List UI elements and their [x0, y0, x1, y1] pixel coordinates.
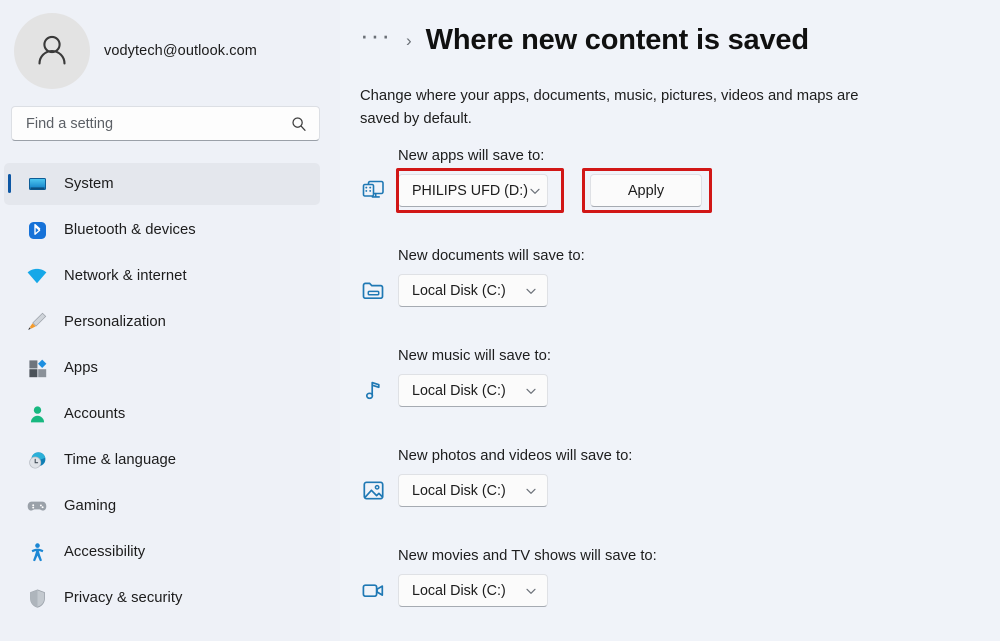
monitor-icon — [26, 173, 48, 195]
dropdown-value: Local Disk (C:) — [412, 382, 506, 399]
settings-window: vodytech@outlook.com Find a setting Syst… — [0, 0, 1000, 641]
row-label: New photos and videos will save to: — [398, 448, 633, 464]
row-body: Local Disk (C:) — [358, 274, 548, 307]
save-row-apps: New apps will save to: PHILIPS UFD (D:) … — [348, 148, 1000, 248]
chevron-right-icon: › — [405, 30, 412, 50]
save-row-documents: New documents will save to: Local Disk (… — [348, 248, 1000, 348]
content-pane: ··· › Where new content is saved Change … — [340, 0, 1000, 641]
search-input[interactable]: Find a setting — [11, 106, 320, 141]
row-label: New documents will save to: — [398, 248, 585, 264]
photo-icon — [358, 476, 388, 506]
row-body: PHILIPS UFD (D:) Apply — [358, 174, 702, 207]
save-row-music: New music will save to: Local Disk (C:) — [348, 348, 1000, 448]
save-location-rows: New apps will save to: PHILIPS UFD (D:) … — [348, 148, 1000, 641]
paintbrush-icon — [26, 311, 48, 333]
sidebar-item-gaming[interactable]: Gaming — [4, 485, 320, 527]
dropdown-value: Local Disk (C:) — [412, 282, 506, 299]
sidebar-item-label: Time & language — [64, 452, 177, 468]
row-body: Local Disk (C:) — [358, 574, 548, 607]
sidebar-item-apps[interactable]: Apps — [4, 347, 320, 389]
chevron-down-icon[interactable] — [524, 285, 538, 297]
sidebar-item-accounts[interactable]: Accounts — [4, 393, 320, 435]
avatar — [14, 13, 90, 89]
video-camera-icon — [358, 576, 388, 606]
row-label: New music will save to: — [398, 348, 551, 364]
sidebar-item-label: Accounts — [64, 406, 126, 422]
chevron-down-icon[interactable] — [524, 485, 538, 497]
search-placeholder: Find a setting — [26, 115, 114, 132]
bluetooth-icon — [26, 219, 48, 241]
documents-folder-icon — [358, 276, 388, 306]
row-body: Local Disk (C:) — [358, 374, 548, 407]
clock-globe-icon — [26, 449, 48, 471]
chevron-down-icon[interactable] — [528, 185, 542, 197]
apps-icon — [26, 357, 48, 379]
sidebar-nav: System Bluetooth & devices Network & int… — [0, 163, 340, 619]
gamepad-icon — [26, 495, 48, 517]
sidebar-item-label: Accessibility — [64, 544, 146, 560]
save-row-movies-tv: New movies and TV shows will save to: Lo… — [348, 548, 1000, 641]
sidebar-item-system[interactable]: System — [4, 163, 320, 205]
sidebar-item-label: System — [64, 176, 114, 192]
music-note-icon — [358, 376, 388, 406]
sidebar-item-bluetooth-devices[interactable]: Bluetooth & devices — [4, 209, 320, 251]
sidebar-item-label: Bluetooth & devices — [64, 222, 196, 238]
save-row-photos-videos: New photos and videos will save to: Loca… — [348, 448, 1000, 548]
shield-icon — [26, 587, 48, 609]
sidebar-item-label: Gaming — [64, 498, 117, 514]
row-label: New apps will save to: — [398, 148, 545, 164]
chevron-down-icon[interactable] — [524, 585, 538, 597]
row-label: New movies and TV shows will save to: — [398, 548, 657, 564]
page-description: Change where your apps, documents, music… — [360, 88, 859, 127]
person-avatar-icon — [38, 35, 66, 65]
photos-videos-save-location-dropdown[interactable]: Local Disk (C:) — [398, 474, 548, 507]
dropdown-value: Local Disk (C:) — [412, 482, 506, 499]
sidebar-item-time-language[interactable]: Time & language — [4, 439, 320, 481]
apps-monitor-icon — [358, 176, 388, 206]
music-save-location-dropdown[interactable]: Local Disk (C:) — [398, 374, 548, 407]
person-icon — [26, 403, 48, 425]
documents-save-location-dropdown[interactable]: Local Disk (C:) — [398, 274, 548, 307]
sidebar-item-accessibility[interactable]: Accessibility — [4, 531, 320, 573]
sidebar-item-label: Apps — [64, 360, 98, 376]
sidebar-item-label: Network & internet — [64, 268, 187, 284]
movies-tv-save-location-dropdown[interactable]: Local Disk (C:) — [398, 574, 548, 607]
apps-save-location-dropdown[interactable]: PHILIPS UFD (D:) — [398, 174, 548, 207]
account-row[interactable]: vodytech@outlook.com — [0, 0, 340, 89]
wifi-icon — [26, 265, 48, 287]
search-icon[interactable] — [290, 116, 308, 132]
breadcrumb: ··· › Where new content is saved — [348, 0, 1000, 62]
sidebar: vodytech@outlook.com Find a setting Syst… — [0, 0, 340, 641]
page-title: Where new content is saved — [425, 23, 809, 56]
sidebar-item-personalization[interactable]: Personalization — [4, 301, 320, 343]
sidebar-item-privacy-security[interactable]: Privacy & security — [4, 577, 320, 619]
sidebar-item-label: Privacy & security — [64, 590, 183, 606]
dropdown-value: Local Disk (C:) — [412, 582, 506, 599]
apply-button[interactable]: Apply — [590, 174, 702, 207]
sidebar-item-network-internet[interactable]: Network & internet — [4, 255, 320, 297]
row-body: Local Disk (C:) — [358, 474, 548, 507]
breadcrumb-overflow-button[interactable]: ··· — [360, 22, 392, 59]
accessibility-icon — [26, 541, 48, 563]
chevron-down-icon[interactable] — [524, 385, 538, 397]
sidebar-item-label: Personalization — [64, 314, 166, 330]
account-email: vodytech@outlook.com — [104, 43, 257, 59]
dropdown-value: PHILIPS UFD (D:) — [412, 182, 528, 199]
